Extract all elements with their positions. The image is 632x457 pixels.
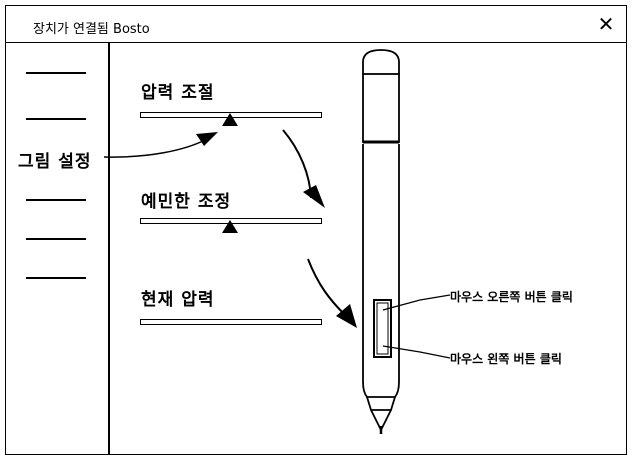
illustration-layer — [103, 49, 451, 434]
flow-arrow-1 — [282, 129, 312, 199]
flow-arrow-1-head — [303, 185, 325, 208]
lower-button-leader — [382, 345, 451, 359]
upper-button-leader — [382, 294, 451, 311]
flow-arrow-2 — [307, 258, 346, 316]
pen-illustration — [362, 49, 400, 434]
callout-arrow — [103, 139, 206, 158]
pen-tip-upper — [366, 396, 396, 411]
pen-cap — [362, 73, 400, 143]
pen-body — [362, 144, 400, 398]
pen-cap-top — [362, 49, 400, 74]
callout-arrowhead — [196, 132, 218, 146]
